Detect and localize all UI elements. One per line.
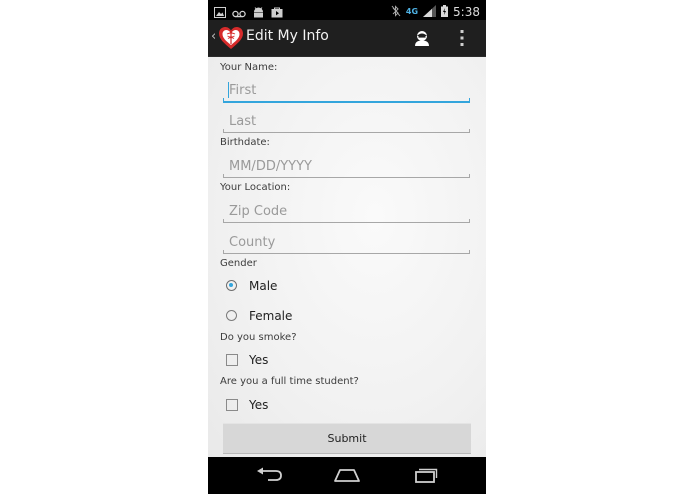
heart-caduceus-icon[interactable]: [218, 25, 244, 51]
smoke-yes-label[interactable]: Yes: [249, 353, 268, 367]
county-placeholder: County: [229, 235, 276, 250]
status-time: 5:38: [453, 4, 480, 19]
student-yes-checkbox[interactable]: [226, 399, 238, 411]
birthdate-placeholder: MM/DD/YYYY: [229, 159, 312, 174]
student-yes-label[interactable]: Yes: [249, 398, 268, 412]
first-name-input[interactable]: First: [223, 79, 470, 103]
first-name-placeholder: First: [229, 83, 257, 98]
submit-button[interactable]: Submit: [223, 423, 471, 454]
gender-male-label[interactable]: Male: [249, 279, 277, 293]
edit-info-form: Your Name: First Last Birthdate: MM/DD/Y…: [208, 57, 486, 457]
zip-code-input[interactable]: Zip Code: [223, 200, 470, 223]
smoke-label: Do you smoke?: [220, 332, 297, 343]
last-name-input[interactable]: Last: [223, 110, 470, 133]
gender-label: Gender: [220, 258, 257, 269]
phone-screen: 4G 5:38 ‹ Edit My Info Your Name: First …: [208, 0, 486, 494]
smoke-yes-checkbox[interactable]: [226, 354, 238, 366]
network-type: 4G: [405, 6, 419, 16]
battery-charging-icon: [441, 2, 449, 21]
last-name-placeholder: Last: [229, 114, 257, 129]
birthdate-input[interactable]: MM/DD/YYYY: [223, 155, 470, 178]
bluetooth-off-icon: [391, 2, 401, 21]
county-input[interactable]: County: [223, 231, 470, 254]
zip-code-placeholder: Zip Code: [229, 204, 288, 219]
overflow-menu-icon[interactable]: [456, 27, 468, 49]
back-icon[interactable]: [256, 466, 284, 488]
home-icon[interactable]: [332, 466, 362, 488]
signal-icon: [423, 2, 437, 21]
gender-female-radio[interactable]: [226, 310, 237, 321]
profile-icon[interactable]: [412, 28, 432, 48]
gender-male-radio[interactable]: [226, 280, 237, 291]
student-label: Are you a full time student?: [220, 376, 359, 387]
action-bar: ‹ Edit My Info: [208, 20, 486, 57]
status-bar: 4G 5:38: [208, 0, 486, 20]
location-label: Your Location:: [220, 182, 291, 193]
navigation-bar: [208, 457, 486, 494]
recent-apps-icon[interactable]: [411, 466, 439, 488]
birthdate-label: Birthdate:: [220, 137, 270, 148]
name-label: Your Name:: [220, 62, 278, 73]
up-navigation-icon[interactable]: ‹: [211, 30, 216, 44]
action-bar-title: Edit My Info: [246, 28, 329, 44]
gender-female-label[interactable]: Female: [249, 309, 292, 323]
